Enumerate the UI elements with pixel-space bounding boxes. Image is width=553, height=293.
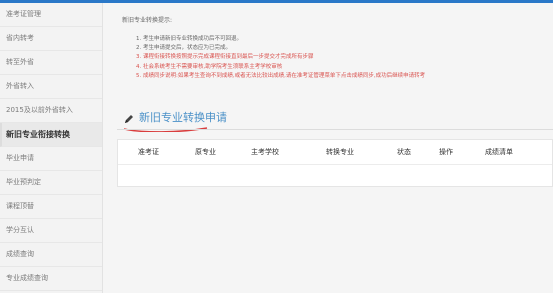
table-header: 准考证 原专业 主考学校 转换专业 状态 操作 成绩清单: [118, 140, 552, 165]
pencil-icon: [123, 113, 135, 125]
tips-title: 新旧专业转换提示:: [122, 17, 173, 24]
sidebar-item-in-province-transfer[interactable]: 省内转考: [0, 27, 102, 51]
sidebar-item-graduation-prejudge[interactable]: 毕业预判定: [0, 171, 102, 195]
sidebar-item-admission-ticket[interactable]: 准考证管理: [0, 3, 102, 27]
section-title-text: 新旧专业转换申请: [139, 110, 227, 124]
tip-item: 1. 考生申请新旧专业转换成功后不可回退。: [136, 36, 242, 42]
sidebar-item-graduation-apply[interactable]: 毕业申请: [0, 147, 102, 171]
sidebar-item-transfer-out[interactable]: 转至外省: [0, 51, 102, 75]
tip-item: 2. 考生申请提交后，状态应为已完成。: [136, 45, 231, 52]
sidebar-item-score-query[interactable]: 成绩查询: [0, 243, 102, 267]
column-header-original-major: 原专业: [195, 148, 216, 156]
tips-list: 1. 考生申请新旧专业转换成功后不可回退。 2. 考生申请提交后，状态应为已完成…: [136, 35, 553, 81]
conversion-table: 准考证 原专业 主考学校 转换专业 状态 操作 成绩清单: [117, 139, 553, 187]
tip-item: 4. 社会系统考生不需要审核,助学院考生须联系主考学校审核: [136, 63, 283, 70]
column-header-score-list: 成绩清单: [485, 148, 513, 156]
sidebar: 准考证管理 省内转考 转至外省 外省转入 2015及以前外省转入 新旧专业衔接转…: [0, 3, 103, 293]
sidebar-item-2015-transfer-in[interactable]: 2015及以前外省转入: [0, 99, 102, 123]
sidebar-item-major-score-query[interactable]: 专业成绩查询: [0, 267, 102, 291]
main-content: 新旧专业转换提示: 1. 考生申请新旧专业转换成功后不可回退。 2. 考生申请提…: [103, 3, 553, 293]
sidebar-item-course-substitute[interactable]: 课程顶替: [0, 195, 102, 219]
section-divider: [117, 129, 553, 130]
tip-item: 3. 课程衔接转换按照提示完成课程衔接直到最后一步提交才完成所有步骤: [136, 54, 314, 61]
sidebar-item-transfer-in[interactable]: 外省转入: [0, 75, 102, 99]
column-header-ticket: 准考证: [138, 148, 159, 156]
column-header-status: 状态: [397, 148, 411, 156]
tip-item: 5. 成绩同步说明:如果考生查询不到成绩,或者无法比较出成绩,请在准考证管理菜单…: [136, 72, 426, 79]
column-header-target-major: 转换专业: [326, 148, 354, 156]
column-header-school: 主考学校: [251, 148, 279, 156]
sidebar-item-credit-recognition[interactable]: 学分互认: [0, 219, 102, 243]
tips-panel: 新旧专业转换提示: 1. 考生申请新旧专业转换成功后不可回退。 2. 考生申请提…: [117, 17, 553, 81]
page: 准考证管理 省内转考 转至外省 外省转入 2015及以前外省转入 新旧专业衔接转…: [0, 0, 553, 293]
column-header-action: 操作: [439, 148, 453, 156]
sidebar-item-major-conversion[interactable]: 新旧专业衔接转换: [0, 123, 102, 147]
